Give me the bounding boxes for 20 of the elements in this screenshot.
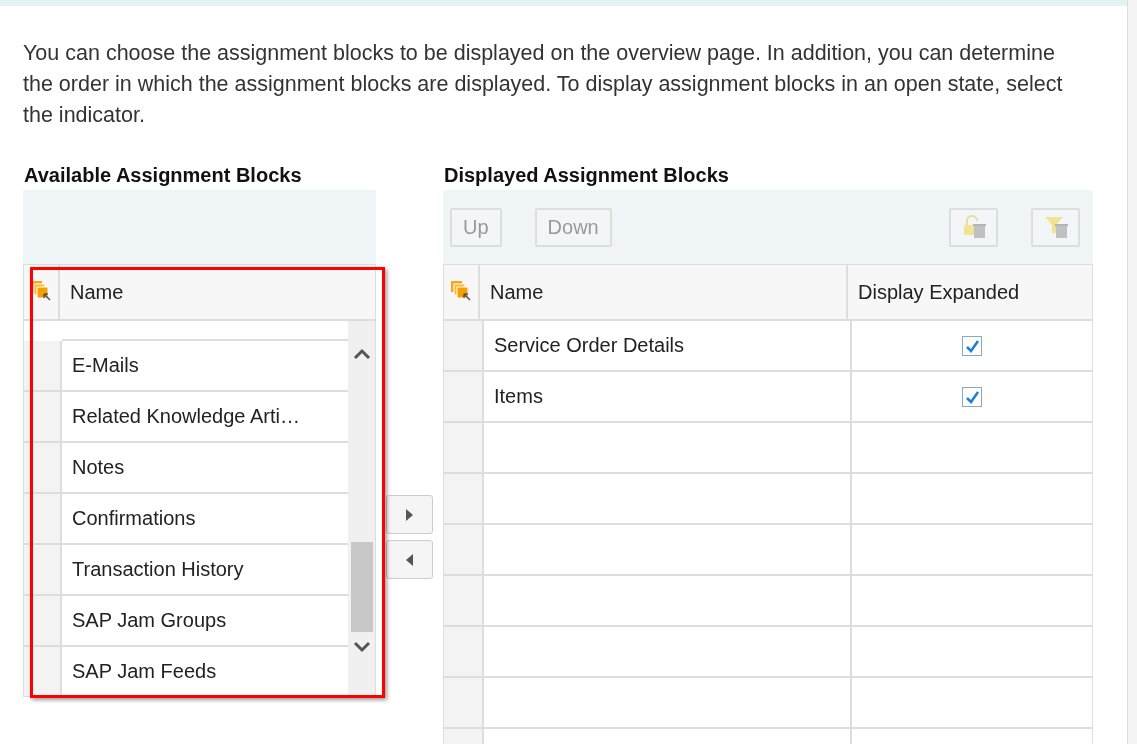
move-right-button[interactable] [386,495,433,534]
triangle-right-icon [406,508,413,521]
scrollbar[interactable] [348,321,375,697]
intro-text: You can choose the assignment blocks to be displayed on the overview page. In addition, you can determine the order in which the assignment blocks are displayed. To display assignment blocks in an open state, select the indicator. [23,40,1064,129]
lock-trash-icon [961,215,986,239]
triangle-left-icon [406,553,413,566]
column-header[interactable]: Name [480,265,848,319]
section-heading: Displayed Assignment Blocks [443,163,730,188]
select-all-icon [31,281,51,301]
section-heading: Available Assignment Blocks [23,163,303,188]
funnel-trash-icon [1043,215,1068,239]
select-all-icon [451,281,471,301]
scroll-down-icon [352,640,371,654]
window-scrollbar[interactable] [1127,0,1137,744]
move-left-button[interactable] [386,540,433,579]
scroll-thumb[interactable] [350,542,373,632]
scroll-up-icon [352,347,371,361]
column-header[interactable]: Display Expanded [848,265,1092,319]
checkbox[interactable] [962,386,982,407]
checkbox[interactable] [962,335,982,356]
